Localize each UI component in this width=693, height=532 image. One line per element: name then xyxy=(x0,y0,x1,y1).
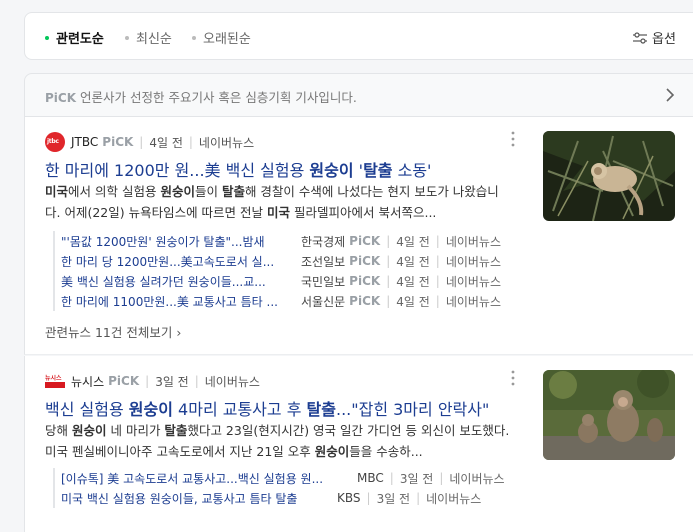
press-name[interactable]: JTBC xyxy=(71,135,98,149)
chevron-right-icon xyxy=(666,88,675,102)
article-thumbnail[interactable] xyxy=(543,131,675,221)
article-source-row: 뉴시스 뉴시스 PiCK | 3일 전 | 네이버뉴스 xyxy=(45,371,260,391)
related-news-item[interactable]: 미국 백신 실험용 원숭이들, 교통사고 틈타 탈출 KBS | 3일 전 | 네이… xyxy=(61,488,505,508)
article-description[interactable]: 미국에서 의학 실험용 원숭이들이 탈출해 경찰이 수색에 나섰다는 현지 보도… xyxy=(45,181,513,223)
jtbc-logo[interactable]: jtbc xyxy=(45,132,65,152)
related-news-item[interactable]: [이슈톡] 美 고속도로서 교통사고...백신 실험용 원... MBC | 3일… xyxy=(61,468,505,488)
article-time: 3일 전 xyxy=(155,374,189,389)
sort-bar: 관련도순 최신순 오래된순 옵션 xyxy=(24,12,693,60)
article-title[interactable]: 한 마리에 1200만 원...美 백신 실험용 원숭이 '탈출 소동' xyxy=(45,157,431,181)
article-thumbnail[interactable] xyxy=(543,370,675,460)
article-title[interactable]: 백신 실험용 원숭이 4마리 교통사고 후 탈출..."잡힌 3마리 안락사" xyxy=(45,396,489,420)
sliders-icon xyxy=(633,31,647,44)
related-news-list: [이슈톡] 美 고속도로서 교통사고...백신 실험용 원... MBC | 3일… xyxy=(53,468,505,508)
sort-latest[interactable]: 최신순 xyxy=(125,28,172,47)
pick-badge: PiCK xyxy=(102,135,134,149)
pick-notice-bar[interactable]: PiCK 언론사가 선정한 주요기사 혹은 심층기획 기사입니다. xyxy=(24,73,693,117)
related-news-item[interactable]: 美 백신 실험용 실려가던 원숭이들...교... 국민일보 PiCK | 4일 … xyxy=(61,271,501,291)
pick-logo: PiCK xyxy=(45,91,77,105)
all-related-news-link[interactable]: 관련뉴스 11건 전체보기 › xyxy=(45,322,181,341)
chevron-right-icon: › xyxy=(176,325,182,340)
news-card: 뉴시스 뉴시스 PiCK | 3일 전 | 네이버뉴스 백신 실험용 원숭이 4… xyxy=(24,356,693,532)
related-news-list: "'몸값 1200만원' 원숭이가 탈출"...밤새 한국경제 PiCK | 4일… xyxy=(53,231,501,311)
naver-news-link[interactable]: 네이버뉴스 xyxy=(205,373,260,390)
sort-relevance[interactable]: 관련도순 xyxy=(45,28,104,47)
news-card: jtbc JTBC PiCK | 4일 전 | 네이버뉴스 한 마리에 1200… xyxy=(24,117,693,355)
naver-news-link[interactable]: 네이버뉴스 xyxy=(199,134,254,151)
related-news-item[interactable]: 한 마리에 1100만원...美 교통사고 틈타 ... 서울신문 PiCK |… xyxy=(61,291,501,311)
press-name[interactable]: 뉴시스 xyxy=(71,373,104,390)
more-options-icon[interactable] xyxy=(511,131,515,147)
article-time: 4일 전 xyxy=(149,135,183,150)
article-source-row: jtbc JTBC PiCK | 4일 전 | 네이버뉴스 xyxy=(45,132,254,152)
more-options-icon[interactable] xyxy=(511,370,515,386)
options-button[interactable]: 옵션 xyxy=(633,28,676,47)
newsis-logo[interactable]: 뉴시스 xyxy=(45,371,65,391)
related-news-item[interactable]: 한 마리 당 1200만원...美고속도로서 실... 조선일보 PiCK | 4… xyxy=(61,251,501,271)
article-description[interactable]: 당해 원숭이 네 마리가 탈출했다고 23일(현지시간) 영국 일간 가디언 등… xyxy=(45,420,513,462)
related-news-item[interactable]: "'몸값 1200만원' 원숭이가 탈출"...밤새 한국경제 PiCK | 4일… xyxy=(61,231,501,251)
pick-notice-text: 언론사가 선정한 주요기사 혹은 심층기획 기사입니다. xyxy=(80,90,357,105)
sort-oldest[interactable]: 오래된순 xyxy=(192,28,251,47)
pick-badge: PiCK xyxy=(108,374,140,388)
